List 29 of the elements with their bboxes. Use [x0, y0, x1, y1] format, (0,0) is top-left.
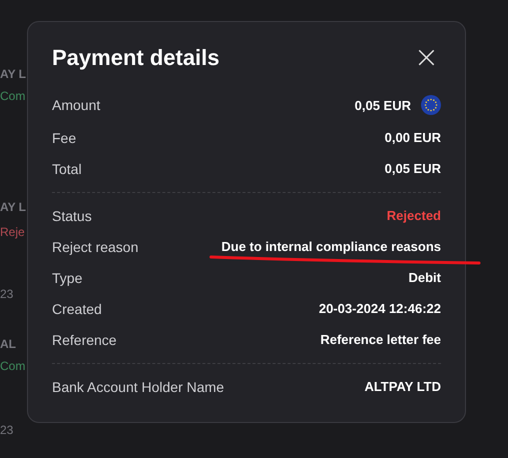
field-value: 0,05 EUR [384, 161, 441, 176]
background-text: 23 [0, 287, 14, 301]
field-value: Reference letter fee [320, 332, 441, 347]
background-text: Com [0, 89, 26, 103]
background-text: Com [0, 359, 26, 373]
field-value: Rejected [386, 208, 441, 223]
field-label: Total [52, 160, 82, 176]
background-text: 23 [0, 423, 14, 437]
field-value: 0,00 EUR [384, 130, 441, 145]
background-text: Reje [0, 225, 26, 239]
field-label: Type [52, 270, 82, 286]
field-label: Fee [52, 130, 76, 146]
field-value: 0,05 EUR [354, 98, 411, 112]
field-label: Reject reason [52, 238, 138, 254]
field-value: ALTPAY LTD [364, 379, 441, 394]
close-button[interactable]: × [412, 44, 441, 72]
background-text: AL [0, 337, 17, 351]
field-value: Debit [408, 270, 441, 285]
field-label: Created [52, 300, 102, 316]
background-text: AY L [0, 200, 27, 214]
field-label: Amount [52, 97, 100, 113]
background-text: AY L [0, 67, 27, 81]
field-label: Reference [52, 332, 117, 348]
field-label: Bank Account Holder Name [52, 378, 224, 394]
field-value: 20-03-2024 12:46:22 [318, 301, 441, 316]
field-value: Due to internal compliance reasons [221, 239, 441, 254]
dialog-title: Payment details [52, 44, 220, 72]
eu-flag-icon [421, 95, 441, 115]
field-label: Status [52, 208, 92, 224]
